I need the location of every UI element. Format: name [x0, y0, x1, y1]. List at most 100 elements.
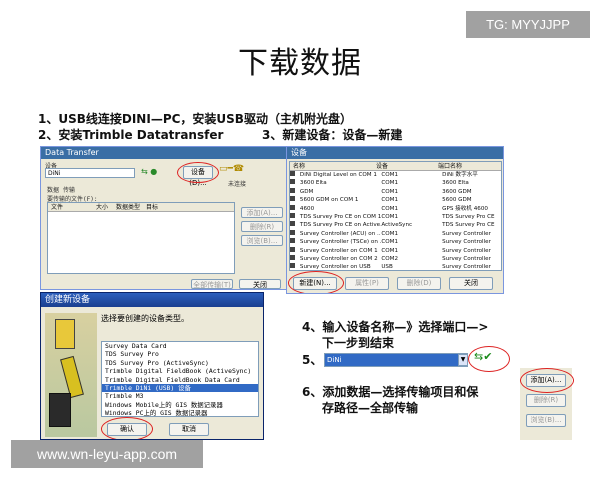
- step-2-text: 2、安装Trimble Datatransfer: [38, 128, 224, 142]
- device-type-list[interactable]: Survey Data Card TDS Survey Pro TDS Survey…: [101, 341, 259, 417]
- device-row-port: COM2: [381, 255, 399, 262]
- device-row-name: 3600 Elta: [299, 180, 327, 187]
- device-icon: [290, 187, 295, 193]
- device-row-type: 3600 GDM: [442, 188, 472, 195]
- device-row-type: 5600 GDM: [442, 197, 472, 204]
- device-row-type: Survey Controller: [442, 230, 491, 237]
- device-row-type: TDS Survey Pro CE: [442, 213, 495, 220]
- device-row-port: COM1: [381, 239, 399, 246]
- device-window-titlebar: 设备: [287, 147, 503, 159]
- device-row-port: COM1: [381, 205, 399, 212]
- device-row-name: Survey Controller (ACU) on ...: [299, 230, 382, 237]
- remove-button-disabled[interactable]: 删除(R): [241, 221, 283, 232]
- connect-icon-highlight: [468, 346, 510, 372]
- device-rows: DiNi Digital Level on COM 1 COM1 DiNi 数字水平…: [290, 171, 501, 272]
- confirm-button-highlight: [101, 417, 153, 439]
- tab-data[interactable]: 数据: [47, 185, 59, 194]
- close-device-window-button[interactable]: 关闭: [449, 277, 493, 290]
- add-button-disabled[interactable]: 添加(A)...: [241, 207, 283, 218]
- device-icon: [290, 229, 295, 235]
- browse-button-disabled[interactable]: 浏览(B)...: [241, 235, 283, 246]
- step-1-text: 1、USB线连接DINI—PC，安装USB驱动（主机附光盘）: [38, 112, 352, 126]
- device-illustration: [45, 313, 97, 437]
- device-icon: [290, 171, 295, 176]
- device-row-port: ActiveSync: [381, 222, 413, 229]
- step-4-continued: 下一步到结束: [322, 336, 395, 350]
- controller-image: [60, 355, 84, 399]
- device-select[interactable]: DiNi: [45, 168, 135, 178]
- device-row[interactable]: Survey Controller on COM 2 COM2 Survey Con…: [290, 254, 501, 263]
- transfer-device-icon: ▭━☎: [219, 164, 245, 174]
- step-4-text: 4、输入设备名称—》选择端口—>: [302, 320, 489, 334]
- properties-button[interactable]: 属性(P): [345, 277, 389, 290]
- device-button-highlight: [177, 162, 219, 183]
- device-row[interactable]: 3600 Elta COM1 3600 Elta: [290, 179, 501, 187]
- close-button[interactable]: 关闭: [239, 279, 281, 289]
- transfer-all-button[interactable]: 全部传输(T): [191, 279, 233, 289]
- device-type-item[interactable]: TDS Survey Pro: [102, 350, 258, 358]
- device-row-name: 5600 GDM on COM 1: [299, 197, 359, 204]
- browse-data-button[interactable]: 浏览(B)...: [526, 414, 566, 427]
- handheld-image: [49, 393, 71, 427]
- device-row-name: Survey Controller (TSCe) on ...: [299, 239, 382, 246]
- device-row-port: COM1: [381, 197, 399, 204]
- device-row[interactable]: 5600 GDM on COM 1 COM1 5600 GDM: [290, 196, 501, 204]
- device-row-port: COM1: [381, 188, 399, 195]
- step-3-text: 3、新建设备：设备—新建: [262, 128, 403, 142]
- device-icon: [290, 179, 295, 185]
- device-select-value: DiNi: [48, 170, 61, 177]
- connection-status: 未连接: [228, 181, 247, 188]
- device-type-item[interactable]: TDS Survey Pro (ActiveSync): [102, 359, 258, 367]
- device-icon: [290, 204, 295, 210]
- watermark-bottom: www.wn-leyu-app.com: [11, 440, 203, 468]
- device-row-type: 3600 Elta: [442, 180, 469, 187]
- device-row-name: DiNi Digital Level on COM 1: [299, 172, 377, 178]
- device-type-item[interactable]: Trimble Digital FieldBook Data Card: [102, 376, 258, 384]
- device-row-name: TDS Survey Pro CE on Active...: [299, 222, 382, 229]
- new-device-dialog: 创建新设备 选择要创建的设备类型。 Survey Data Card TDS Su…: [40, 292, 264, 440]
- device-icon: [290, 238, 295, 244]
- device-icon: [290, 246, 295, 252]
- step-6-text: 6、添加数据—选择传输项目和保: [302, 385, 479, 399]
- device-window: 设备 名称 设备 端口名称 DiNi Digital Level on COM …: [286, 146, 504, 294]
- device-row[interactable]: TDS Survey Pro CE on COM 1 COM1 TDS Survey…: [290, 212, 501, 221]
- device-row-port: USB: [381, 264, 393, 271]
- device-type-item[interactable]: Windows Mobile上的 GIS 数据记录器: [102, 401, 258, 409]
- device-row-type: TDS Survey Pro CE: [442, 222, 495, 229]
- device-row-port: COM1: [381, 247, 399, 254]
- device-row-type: GPS 接收机 4600: [442, 205, 488, 212]
- device-row[interactable]: DiNi Digital Level on COM 1 COM1 DiNi 数字水平: [290, 171, 501, 179]
- step5-device-value: DiNi: [327, 356, 342, 364]
- device-icon: [290, 212, 295, 218]
- chevron-down-icon[interactable]: ▼: [458, 354, 468, 366]
- device-row-name: 4600: [299, 205, 315, 212]
- remove-data-button[interactable]: 删除(R): [526, 394, 566, 407]
- device-row[interactable]: TDS Survey Pro CE on Active... ActiveSync…: [290, 221, 501, 229]
- cancel-button[interactable]: 取消: [169, 423, 209, 436]
- col-file: 文件: [51, 204, 64, 211]
- files-list[interactable]: 文件 大小 数据类型 目标: [47, 202, 235, 274]
- device-type-item[interactable]: Trimble DiNi (USB) 设备: [102, 384, 258, 393]
- connect-icon[interactable]: ⇆ ●: [141, 167, 181, 179]
- device-icon: [290, 263, 295, 269]
- tab-transfer[interactable]: 传输: [63, 185, 75, 194]
- add-button-highlight: [520, 368, 574, 393]
- step-6-continued: 存路径—全部传输: [322, 401, 419, 415]
- step5-device-select[interactable]: DiNi: [324, 353, 468, 367]
- device-row[interactable]: Survey Controller on COM 1 COM1 Survey Con…: [290, 246, 501, 255]
- device-row-name: TDS Survey Pro CE on COM 1: [299, 213, 382, 220]
- device-row[interactable]: 4600 COM1 GPS 接收机 4600: [290, 204, 501, 213]
- device-list[interactable]: 名称 设备 端口名称 DiNi Digital Level on COM 1 CO…: [289, 161, 502, 271]
- device-row[interactable]: Survey Controller (TSCe) on ... COM1 Surve…: [290, 238, 501, 246]
- device-row[interactable]: Survey Controller (ACU) on ... COM1 Survey…: [290, 229, 501, 238]
- watermark-top: TG: MYYJJPP: [466, 11, 590, 38]
- device-row[interactable]: GDM COM1 3600 GDM: [290, 187, 501, 196]
- device-type-item[interactable]: Trimble Digital FieldBook (ActiveSync): [102, 367, 258, 375]
- device-row-type: Survey Controller: [442, 264, 491, 271]
- device-row-port: COM1: [381, 213, 399, 220]
- device-type-item[interactable]: Trimble M3: [102, 392, 258, 400]
- new-button-highlight: [288, 271, 344, 293]
- device-icon: [290, 196, 295, 202]
- device-type-item[interactable]: Survey Data Card: [102, 342, 258, 350]
- delete-device-button[interactable]: 删除(D): [397, 277, 441, 290]
